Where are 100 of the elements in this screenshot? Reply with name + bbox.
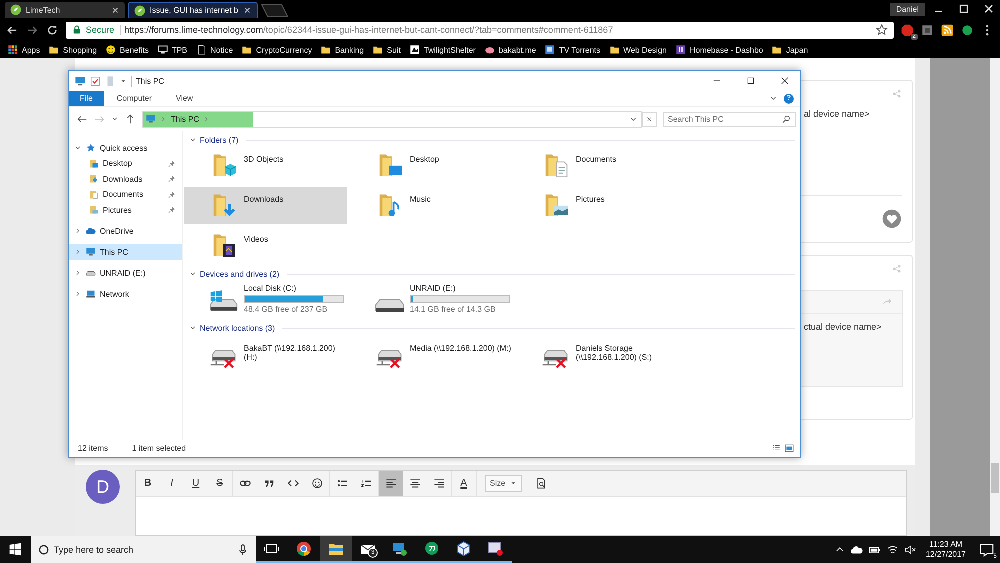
group-header[interactable]: Network locations (3)	[200, 324, 276, 332]
chevron-right-icon[interactable]	[74, 290, 82, 298]
drive-name[interactable]: UNRAID (E:)	[410, 284, 510, 293]
bookmark[interactable]: Shopping	[49, 45, 98, 55]
nav-item[interactable]: Desktop	[69, 156, 182, 172]
nav-item[interactable]: Network	[69, 286, 182, 302]
start-button[interactable]	[9, 543, 22, 556]
size-dropdown[interactable]: Size	[485, 475, 522, 492]
breadcrumb-item[interactable]: This PC	[171, 114, 200, 124]
restore-button[interactable]	[957, 2, 971, 16]
notifications-icon[interactable]	[980, 542, 994, 556]
close-icon[interactable]	[111, 6, 120, 14]
nav-item[interactable]: Quick access	[69, 140, 182, 156]
bookmark[interactable]: Web Design	[610, 45, 667, 55]
address-field[interactable]: This PC	[142, 110, 642, 128]
network-drive-name[interactable]: BakaBT (\\192.168.1.200) (H:)	[244, 335, 350, 362]
search-field[interactable]: Type here to search	[31, 536, 256, 563]
bookmark[interactable]: CryptoCurrency	[242, 45, 312, 55]
muted-speaker-icon[interactable]	[904, 544, 917, 556]
browser-tab[interactable]: LimeTech	[5, 2, 125, 18]
pin-icon[interactable]	[168, 206, 176, 214]
rss-icon[interactable]	[941, 24, 954, 36]
nav-item[interactable]: This PC	[69, 244, 182, 260]
folder-item[interactable]: Videos	[184, 227, 347, 264]
text-editor[interactable]: B I U S A Size	[135, 470, 907, 536]
nav-item[interactable]: UNRAID (E:)	[69, 265, 182, 281]
folder-item[interactable]: Downloads	[184, 187, 347, 224]
pin-icon[interactable]	[168, 190, 176, 198]
ribbon-tab[interactable]: File	[69, 91, 104, 106]
microphone-icon[interactable]	[237, 544, 249, 556]
folder-item[interactable]: Pictures	[516, 187, 679, 224]
wifi-icon[interactable]	[886, 544, 899, 556]
stop-sign-icon[interactable]	[901, 24, 914, 36]
free-space-text: 48.4 GB free of 237 GB	[244, 305, 329, 314]
underline-button[interactable]: U	[184, 471, 208, 496]
search-input[interactable]: Search This PC	[664, 114, 782, 124]
browser-tab[interactable]: Issue, GUI has internet b	[128, 2, 258, 18]
collapse-chevron-icon[interactable]	[189, 324, 197, 332]
profile-button[interactable]: Daniel	[890, 3, 925, 16]
drive-name[interactable]: Local Disk (C:)	[244, 284, 344, 293]
up-button[interactable]	[125, 114, 136, 124]
nav-item[interactable]: Downloads	[69, 171, 182, 187]
group-header[interactable]: Folders (7)	[200, 136, 239, 144]
chevron-right-icon[interactable]	[74, 248, 82, 256]
pin-icon[interactable]	[168, 175, 176, 183]
cloud-icon[interactable]	[850, 544, 863, 556]
caret-icon[interactable]	[120, 78, 127, 84]
bookmark[interactable]: bakabt.me	[484, 45, 536, 55]
address-bar[interactable]: Secure https://forums.lime-technology.com/topic/62344-issue-gui-has-internet-but-cant-connect/?tab=comments#comment-611867	[66, 22, 894, 38]
clock-date[interactable]: 12/27/2017	[926, 550, 966, 560]
group-header[interactable]: Devices and drives (2)	[200, 270, 280, 278]
collapse-chevron-icon[interactable]	[189, 270, 197, 278]
strikethrough-button[interactable]: S	[208, 471, 232, 496]
text-color-button[interactable]: A	[452, 471, 476, 496]
chevron-right-icon[interactable]	[74, 227, 82, 235]
details-view-icon[interactable]	[772, 444, 781, 453]
nav-item[interactable]: Documents	[69, 186, 182, 202]
nav-item[interactable]: OneDrive	[69, 223, 182, 239]
folder-item[interactable]: Desktop	[350, 147, 513, 184]
site-icon	[410, 45, 420, 55]
new-tab-button[interactable]	[261, 4, 289, 18]
ribbon-tab[interactable]: Computer	[106, 91, 164, 106]
chevron-down-icon[interactable]	[74, 144, 82, 152]
reload-button[interactable]	[46, 24, 59, 36]
bookmark[interactable]: Apps	[8, 45, 40, 55]
ribbon-tab[interactable]: View	[165, 91, 204, 106]
clock-time[interactable]: 11:23 AM	[929, 540, 963, 550]
checkmark-icon[interactable]	[90, 76, 101, 86]
tiles-view-icon[interactable]	[785, 444, 794, 453]
pin-icon[interactable]	[168, 160, 176, 168]
italic-button[interactable]: I	[160, 471, 184, 496]
bookmark[interactable]: TV Torrents	[545, 45, 601, 55]
bookmark[interactable]: Notice	[196, 45, 234, 55]
chevron-right-icon[interactable]	[74, 269, 82, 277]
network-drive-name[interactable]: Daniels Storage (\\192.168.1.200) (S:)	[576, 335, 652, 362]
bookmark[interactable]: Benefits	[106, 45, 149, 55]
bookmark[interactable]: Japan	[772, 45, 808, 55]
close-icon[interactable]	[243, 6, 252, 15]
bookmark[interactable]: Homebase - Dashbo	[676, 45, 764, 55]
network-drive-name[interactable]: Media (\\192.168.1.200) (M:)	[410, 335, 512, 353]
folder-item[interactable]: Music	[350, 187, 513, 224]
search-field[interactable]: Search This PC	[663, 112, 796, 126]
bookmark[interactable]: TwilightShelter	[410, 45, 476, 55]
recent-locations-caret-icon[interactable]	[111, 115, 119, 123]
bold-button[interactable]: B	[136, 471, 160, 496]
collapse-chevron-icon[interactable]	[189, 136, 197, 144]
bookmark[interactable]: TPB	[158, 45, 188, 55]
circle-icon[interactable]	[961, 24, 974, 36]
bookmark-star-icon[interactable]	[876, 24, 888, 36]
search-input[interactable]: Type here to search	[50, 544, 237, 554]
bookmark[interactable]: Banking	[321, 45, 364, 55]
align-left-button[interactable]	[379, 471, 403, 496]
taskbar-button[interactable]	[320, 536, 352, 563]
bookmark[interactable]: Suit	[373, 45, 401, 55]
extension-icon[interactable]	[921, 24, 934, 36]
folder-item[interactable]: Documents	[516, 147, 679, 184]
folder-item[interactable]: 3D Objects	[184, 147, 347, 184]
back-button[interactable]	[77, 114, 88, 124]
nav-item[interactable]: Pictures	[69, 202, 182, 218]
scrollbar[interactable]	[990, 58, 1000, 536]
